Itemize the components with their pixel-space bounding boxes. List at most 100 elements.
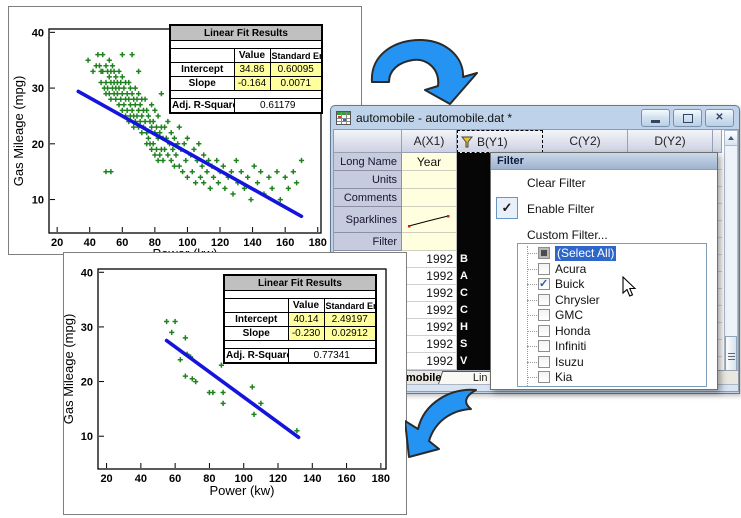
svg-text:60: 60	[116, 237, 128, 249]
filter-list-item-selectall[interactable]: (Select All)	[518, 246, 706, 262]
filter-item-label: Honda	[555, 324, 590, 339]
svg-text:20: 20	[81, 377, 93, 389]
menu-title: Filter	[491, 153, 717, 170]
col-header-standard-error: Standard Error	[324, 299, 376, 313]
fit-table-title: Linear Fit Results	[224, 275, 376, 291]
filter-item-label: GMC	[555, 308, 583, 323]
col-header-standard-error: Standard Error	[270, 49, 322, 63]
column-header-d[interactable]: D(Y2)	[628, 130, 713, 153]
cell-make-partial[interactable]: A	[460, 268, 468, 285]
linear-fit-results-table-1: Linear Fit Results Value Standard Error …	[169, 24, 323, 114]
row-label-long-name[interactable]: Long Name	[334, 153, 402, 171]
svg-text:40: 40	[32, 27, 44, 39]
slope-se: 0.0071	[270, 77, 322, 91]
minimize-button[interactable]	[641, 109, 670, 127]
tree-twig	[527, 377, 537, 378]
checkbox-icon[interactable]	[538, 340, 550, 352]
sheet-tab-automobile[interactable]: mobile	[406, 371, 441, 385]
cell-year[interactable]: 1992	[402, 319, 457, 336]
filter-list-item-kia[interactable]: Kia	[518, 370, 706, 386]
cell-make-partial[interactable]: H	[460, 319, 468, 336]
svg-text:Power (kw): Power (kw)	[209, 483, 274, 498]
cell-year[interactable]: 1992	[402, 251, 457, 268]
checkbox-icon[interactable]	[538, 278, 550, 290]
cell-year[interactable]: 1992	[402, 336, 457, 353]
filter-list-item-infiniti[interactable]: Infiniti	[518, 339, 706, 355]
filter-funnel-icon	[461, 136, 473, 148]
filter-list-item-acura[interactable]: Acura	[518, 262, 706, 278]
restore-button[interactable]	[673, 109, 702, 127]
column-header-a[interactable]: A(X1)	[402, 130, 457, 153]
filter-value-list: (Select All) Acura Buick Chrysler GMC Ho…	[517, 243, 707, 387]
curved-arrow-bottom-icon	[405, 385, 489, 473]
worksheet-titlebar[interactable]: automobile - automobile.dat * ✕	[331, 106, 739, 129]
tree-twig	[527, 362, 537, 363]
scroll-up-arrow-icon[interactable]	[725, 131, 737, 146]
vertical-scrollbar[interactable]	[724, 130, 738, 384]
column-header-c[interactable]: C(Y2)	[543, 130, 628, 153]
checkbox-icon[interactable]	[538, 309, 550, 321]
filter-item-label: Infiniti	[555, 339, 586, 354]
checkbox-icon[interactable]	[538, 294, 550, 306]
adj-rsquare-label: Adj. R-Square	[170, 99, 234, 114]
checkbox-icon[interactable]	[538, 325, 550, 337]
filter-list-item-partial[interactable]	[518, 386, 706, 388]
row-label-sparklines[interactable]: Sparklines	[334, 207, 402, 233]
intercept-se: 0.60095	[270, 63, 322, 77]
slope-se: 0.02912	[324, 327, 376, 341]
row-label-filter[interactable]: Filter	[334, 233, 402, 251]
minimize-icon	[651, 120, 660, 123]
filter-list-item-buick[interactable]: Buick	[518, 277, 706, 293]
close-button[interactable]: ✕	[705, 109, 734, 127]
cell-year[interactable]: 1992	[402, 285, 457, 302]
checkbox-icon[interactable]	[538, 356, 550, 368]
cell-year[interactable]: 1992	[402, 268, 457, 285]
menu-item-clear-filter[interactable]: Clear Filter	[527, 175, 586, 191]
restore-icon	[683, 114, 693, 123]
intercept-value: 34.86	[234, 63, 270, 77]
filter-list-item-isuzu[interactable]: Isuzu	[518, 355, 706, 371]
row-label-units[interactable]: Units	[334, 171, 402, 189]
cell-long-name-a[interactable]: Year	[402, 153, 457, 171]
svg-text:30: 30	[81, 322, 93, 334]
filter-list-item-gmc[interactable]: GMC	[518, 308, 706, 324]
linear-fit-results-table-2: Linear Fit Results Value Standard Error …	[223, 274, 377, 364]
menu-item-custom-filter[interactable]: Custom Filter...	[527, 227, 608, 243]
cell-sparkline-a[interactable]	[402, 207, 457, 233]
svg-text:40: 40	[135, 473, 147, 485]
row-label-comments[interactable]: Comments	[334, 189, 402, 207]
cell-comments-a[interactable]	[402, 189, 457, 207]
tree-twig	[527, 284, 537, 285]
sparkline-icon	[404, 209, 454, 231]
filter-item-label: Acura	[555, 262, 586, 277]
svg-text:180: 180	[309, 237, 327, 249]
cell-units-a[interactable]	[402, 171, 457, 189]
filter-item-label: Isuzu	[555, 355, 584, 370]
tree-twig	[527, 315, 537, 316]
svg-text:140: 140	[243, 237, 261, 249]
filter-item-label: (Select All)	[555, 246, 616, 261]
corner-header-cell[interactable]	[334, 130, 402, 153]
column-header-partial	[713, 130, 722, 153]
checkbox-icon[interactable]	[538, 387, 550, 388]
svg-text:10: 10	[32, 195, 44, 207]
intercept-value: 40.14	[288, 313, 324, 327]
cell-make-partial[interactable]: C	[460, 285, 468, 302]
menu-item-enable-filter[interactable]: Enable Filter	[527, 201, 594, 217]
filter-list-item-chrysler[interactable]: Chrysler	[518, 293, 706, 309]
cell-make-partial[interactable]: B	[460, 251, 468, 268]
cell-make-partial[interactable]: C	[460, 302, 468, 319]
checkbox-icon[interactable]	[538, 371, 550, 383]
cell-filter-a[interactable]	[402, 233, 457, 251]
cell-year[interactable]: 1992	[402, 302, 457, 319]
adj-rsquare-value: 0.77341	[288, 349, 376, 364]
svg-text:60: 60	[169, 473, 181, 485]
cell-make-partial[interactable]: S	[460, 336, 467, 353]
window-title: automobile - automobile.dat *	[356, 111, 512, 125]
filter-list-item-honda[interactable]: Honda	[518, 324, 706, 340]
cell-year[interactable]: 1992	[402, 353, 457, 370]
checkbox-icon[interactable]	[538, 247, 550, 259]
column-header-b[interactable]: B(Y1)	[457, 130, 543, 153]
cell-make-partial[interactable]: V	[460, 353, 467, 370]
checkbox-icon[interactable]	[538, 263, 550, 275]
